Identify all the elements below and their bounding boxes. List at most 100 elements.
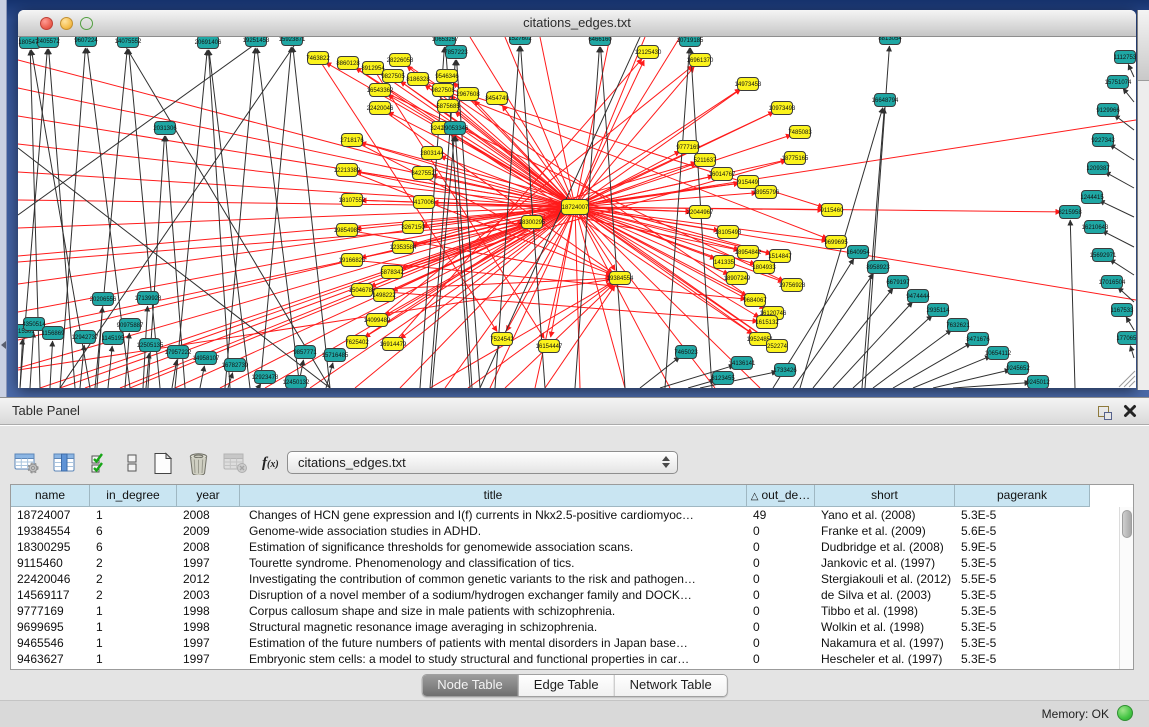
graph-node[interactable]: 9129966 xyxy=(1096,104,1120,117)
graph-node[interactable]: 10719185 xyxy=(677,37,704,47)
graph-node[interactable]: 9607224 xyxy=(74,37,98,47)
graph-node[interactable]: 16543362 xyxy=(367,84,394,97)
tab-edge-table[interactable]: Edge Table xyxy=(519,675,615,696)
graph-node[interactable]: 15751074 xyxy=(1105,76,1132,89)
graph-node[interactable]: 8427552 xyxy=(411,167,435,180)
graph-node[interactable]: 18107552 xyxy=(339,194,366,207)
column-header-short[interactable]: short xyxy=(815,485,955,507)
delete-table-icon[interactable] xyxy=(187,452,210,475)
graph-node[interactable]: 19166825 xyxy=(339,254,366,267)
table-settings-icon[interactable] xyxy=(14,452,40,474)
graph-node[interactable]: 9115460 xyxy=(821,204,845,217)
graph-node[interactable]: 9699695 xyxy=(824,236,848,249)
table-row[interactable]: 1830029562008Estimation of significance … xyxy=(11,539,1133,555)
graph-node[interactable]: 18775165 xyxy=(782,152,809,165)
graph-node[interactable]: 12353584 xyxy=(390,241,417,254)
column-header-pagerank[interactable]: pagerank xyxy=(955,485,1090,507)
graph-node[interactable]: 2405572 xyxy=(36,37,60,48)
graph-node[interactable]: 8813054 xyxy=(878,37,902,45)
graph-node[interactable]: 7632621 xyxy=(946,319,970,332)
graph-node[interactable]: 1209387 xyxy=(1086,162,1110,175)
table-row[interactable]: 911546021997Tourette syndrome. Phenomeno… xyxy=(11,555,1133,571)
graph-node[interactable]: 19854985 xyxy=(334,224,361,237)
float-panel-icon[interactable] xyxy=(1098,406,1109,417)
close-window-button[interactable] xyxy=(40,17,53,30)
graph-node[interactable]: 252274 xyxy=(767,340,788,353)
network-canvas[interactable]: 1872400774638228860128891295428226058982… xyxy=(18,37,1136,388)
panel-collapse-handle[interactable] xyxy=(1,341,6,349)
graph-node[interactable]: 5878342 xyxy=(380,266,404,279)
graph-node[interactable]: 17957222 xyxy=(165,346,192,359)
graph-node[interactable]: 8471676 xyxy=(966,333,990,346)
graph-node[interactable]: 22420046 xyxy=(367,102,394,115)
graph-node[interactable]: 14973453 xyxy=(735,78,762,91)
graph-node[interactable]: 16782739 xyxy=(222,359,249,372)
graph-node[interactable]: 8123455 xyxy=(711,372,735,385)
zoom-window-button[interactable] xyxy=(80,17,93,30)
graph-node[interactable]: 7625402 xyxy=(345,336,369,349)
graph-node[interactable]: 1244415 xyxy=(1080,191,1104,204)
graph-node[interactable]: 8958923 xyxy=(866,261,890,274)
graph-node[interactable]: 22044967 xyxy=(687,206,714,219)
graph-node[interactable]: 12213389 xyxy=(334,164,361,177)
graph-node[interactable]: 8912954 xyxy=(361,62,385,75)
graph-node[interactable]: 10654112 xyxy=(985,347,1012,360)
graph-node[interactable]: 20206556 xyxy=(90,293,117,306)
graph-node[interactable]: 29053346 xyxy=(442,122,469,135)
minimize-window-button[interactable] xyxy=(60,17,73,30)
graph-node[interactable]: 16648794 xyxy=(872,94,899,107)
graph-node[interactable]: 7465023 xyxy=(674,346,698,359)
table-row[interactable]: 2242004622012Investigating the contribut… xyxy=(11,571,1133,587)
graph-node[interactable]: 1640954 xyxy=(846,246,870,259)
tab-node-table[interactable]: Node Table xyxy=(422,675,519,696)
graph-node[interactable]: 8860128 xyxy=(336,57,360,70)
graph-node[interactable]: 6466160 xyxy=(588,37,612,46)
graph-node[interactable]: 12125430 xyxy=(635,46,662,59)
column-header-title[interactable]: title xyxy=(240,485,747,507)
canvas-resize-grip[interactable] xyxy=(1119,371,1135,387)
citation-network-graph[interactable]: 1872400774638228860128891295428226058982… xyxy=(18,37,1136,388)
graph-node[interactable]: 10653257 xyxy=(432,37,459,46)
graph-node[interactable]: 18300295 xyxy=(519,216,546,229)
graph-node[interactable]: 9857771 xyxy=(293,346,317,359)
graph-node[interactable]: 2967608 xyxy=(456,88,480,101)
graph-node[interactable]: 9227343 xyxy=(1091,134,1115,147)
function-builder-icon[interactable]: f(x) xyxy=(262,455,279,472)
new-table-icon[interactable] xyxy=(152,452,174,475)
table-row[interactable]: 1938455462009Genome-wide association stu… xyxy=(11,523,1133,539)
graph-node[interactable]: 19251453 xyxy=(243,37,270,47)
table-selector-dropdown[interactable]: citations_edges.txt xyxy=(287,451,678,474)
graph-node[interactable]: 12923478 xyxy=(252,371,279,384)
graph-node[interactable]: 9684067 xyxy=(743,294,767,307)
graph-node[interactable]: 9245652 xyxy=(1006,362,1030,375)
graph-node[interactable]: 14075552 xyxy=(115,37,142,48)
show-columns-icon[interactable] xyxy=(53,452,77,474)
graph-node[interactable]: 7463822 xyxy=(306,52,330,65)
tab-network-table[interactable]: Network Table xyxy=(615,675,727,696)
table-row[interactable]: 969969511998Structural magnetic resonanc… xyxy=(11,619,1133,635)
column-header-name[interactable]: name xyxy=(11,485,90,507)
graph-node[interactable]: 16961370 xyxy=(687,54,714,67)
graph-node[interactable]: 1156869 xyxy=(42,327,66,340)
graph-node[interactable]: 417006 xyxy=(414,196,435,209)
graph-node[interactable]: 17016504 xyxy=(1099,276,1126,289)
graph-node[interactable]: 8267150 xyxy=(401,221,425,234)
graph-node[interactable]: 14136141 xyxy=(729,357,756,370)
graph-node[interactable]: 15923871 xyxy=(279,37,306,46)
graph-node[interactable]: 18724007 xyxy=(562,200,590,215)
row-height-icon[interactable] xyxy=(125,452,139,474)
graph-node[interactable]: 12505135 xyxy=(137,339,164,352)
graph-node[interactable]: 10973493 xyxy=(769,102,796,115)
graph-node[interactable]: 9827505 xyxy=(381,70,405,83)
graph-node[interactable]: 5211637 xyxy=(694,154,718,167)
network-window-titlebar[interactable]: citations_edges.txt xyxy=(18,10,1136,37)
close-panel-icon[interactable] xyxy=(1123,404,1137,418)
table-row[interactable]: 1456911722003Disruption of a novel membe… xyxy=(11,587,1133,603)
graph-node[interactable]: 7485083 xyxy=(788,126,812,139)
graph-node[interactable]: 19756928 xyxy=(779,279,806,292)
graph-node[interactable]: 16210643 xyxy=(1082,221,1109,234)
graph-node[interactable]: 1112753 xyxy=(1114,51,1136,64)
graph-node[interactable]: 9245012 xyxy=(1026,376,1050,389)
graph-node[interactable]: 141335 xyxy=(714,256,735,269)
graph-node[interactable]: 7524542 xyxy=(490,333,514,346)
